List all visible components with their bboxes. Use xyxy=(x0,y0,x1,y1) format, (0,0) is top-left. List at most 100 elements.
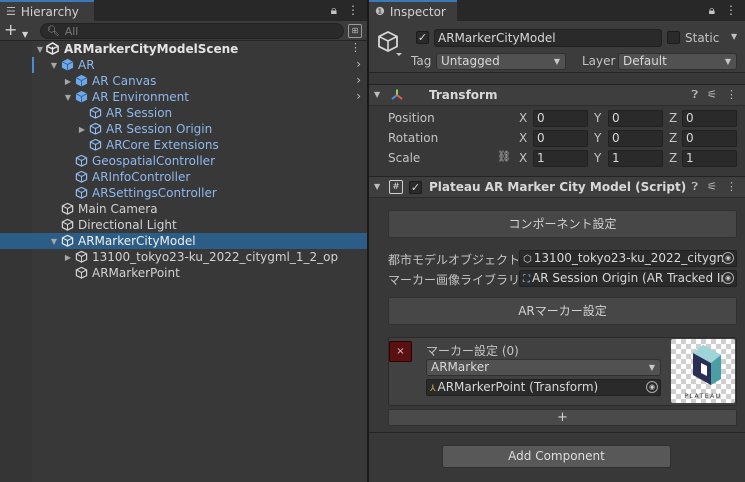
prefab-child-cube-icon xyxy=(89,138,102,151)
fold-arrow-icon[interactable]: ▼ xyxy=(374,90,380,99)
transform-icon: ⅄ xyxy=(430,384,436,394)
more-menu-icon[interactable]: ⋮ xyxy=(347,3,359,18)
hierarchy-item-directional-light[interactable]: Directional Light xyxy=(0,217,367,233)
hierarchy-item-ar-session-origin[interactable]: ▶ AR Session Origin xyxy=(0,121,367,137)
hierarchy-item-ar-environment[interactable]: ▼ AR Environment › xyxy=(0,89,367,105)
object-picker-icon[interactable]: ◉ xyxy=(722,272,734,284)
hierarchy-item-main-camera[interactable]: Main Camera xyxy=(0,201,367,217)
script-title: Plateau AR Marker City Model (Script) xyxy=(429,180,687,194)
inspector-tab[interactable]: ❶ Inspector xyxy=(369,0,457,21)
hierarchy-item-label: ARMarkerCityModel xyxy=(78,234,196,248)
layer-dropdown[interactable]: Default ▼ xyxy=(618,53,737,70)
hierarchy-item-geospatial-controller[interactable]: GeospatialController xyxy=(0,153,367,169)
prefab-override-marker xyxy=(32,57,34,73)
hierarchy-toolbar: +▼ 🔍︎ ⊞ xyxy=(0,21,367,41)
chevron-down-icon[interactable]: ▼ xyxy=(731,32,737,41)
more-menu-icon[interactable]: ⋮ xyxy=(350,41,361,54)
position-y-field[interactable]: 0 xyxy=(608,110,663,127)
scale-z-field[interactable]: 1 xyxy=(682,150,737,167)
scale-label: Scale xyxy=(388,151,421,165)
hierarchy-item-label: AR Session xyxy=(106,106,173,120)
hierarchy-item-ar[interactable]: ▼ AR › xyxy=(0,57,367,73)
info-icon: ❶ xyxy=(375,5,385,18)
plateau-logo: PLATEAU xyxy=(671,339,735,403)
marker-dropdown[interactable]: ARMarker ▼ xyxy=(426,359,661,376)
script-component-header[interactable]: ▼ # ✓ Plateau AR Marker City Model (Scri… xyxy=(369,176,745,198)
expand-arrow-icon[interactable]: ▼ xyxy=(63,93,73,102)
more-menu-icon[interactable]: ⋮ xyxy=(726,88,737,102)
hierarchy-item-ar-settings-controller[interactable]: ARSettingsController xyxy=(0,185,367,201)
transform-component-header[interactable]: ▼ Transform ❓︎ ⚟ ⋮ xyxy=(369,84,745,106)
axis-z-label: Z xyxy=(669,151,678,165)
rotation-y-field[interactable]: 0 xyxy=(608,130,663,147)
marker-image-thumbnail[interactable]: PLATEAU xyxy=(671,339,735,403)
tag-dropdown[interactable]: Untagged ▼ xyxy=(436,53,566,70)
axis-y-label: Y xyxy=(594,131,602,145)
link-icon[interactable]: ⛓ xyxy=(497,150,511,163)
layer-label: Layer xyxy=(582,54,616,68)
remove-element-button[interactable]: × xyxy=(389,341,412,362)
object-name-field[interactable]: ARMarkerCityModel xyxy=(434,29,662,47)
scene-row[interactable]: ▼ ARMarkerCityModelScene ⋮ xyxy=(0,41,367,57)
hierarchy-item-ar-marker-city-model[interactable]: ▼ ARMarkerCityModel xyxy=(0,233,367,249)
help-icon[interactable]: ❓︎ xyxy=(692,88,699,102)
lock-icon[interactable]: 🔒︎ xyxy=(331,3,337,18)
marker-settings-list-header: マーカー設定 (0) xyxy=(426,344,519,358)
hierarchy-item-label: Directional Light xyxy=(78,218,177,232)
rotation-x-field[interactable]: 0 xyxy=(533,130,588,147)
help-icon[interactable]: ❓︎ xyxy=(692,180,699,194)
lock-icon[interactable]: 🔒︎ xyxy=(709,3,715,18)
expand-arrow-icon[interactable]: ▼ xyxy=(49,237,59,246)
position-z-field[interactable]: 0 xyxy=(682,110,737,127)
city-model-field[interactable]: ⬡ 13100_tokyo23-ku_2022_citygm ◉ xyxy=(519,250,737,267)
expand-arrow-icon[interactable]: ▶ xyxy=(77,125,87,134)
active-checkbox[interactable]: ✓ xyxy=(416,31,429,44)
create-button[interactable]: + ▼ xyxy=(4,22,32,40)
expand-arrow-icon[interactable]: ▼ xyxy=(49,61,59,70)
marker-library-field[interactable]: ⛶ AR Session Origin (AR Tracked Im ◉ xyxy=(519,270,737,287)
chevron-right-icon[interactable]: › xyxy=(356,89,361,103)
rotation-z-field[interactable]: 0 xyxy=(682,130,737,147)
gameobject-cube-icon[interactable] xyxy=(377,30,403,58)
static-label: Static xyxy=(685,31,720,45)
more-menu-icon[interactable]: ⋮ xyxy=(725,3,737,18)
expand-arrow-icon[interactable]: ▶ xyxy=(63,253,73,262)
hierarchy-item-label: AR Environment xyxy=(92,90,189,104)
search-input[interactable] xyxy=(64,24,315,38)
marker-point-field[interactable]: ⅄ ARMarkerPoint (Transform) ◉ xyxy=(426,379,661,396)
hierarchy-tab-bar: ☰ Hierarchy 🔒︎ ⋮ xyxy=(0,0,367,21)
prefab-child-cube-icon xyxy=(89,106,102,119)
position-x-field[interactable]: 0 xyxy=(533,110,588,127)
presets-icon[interactable]: ⚟ xyxy=(707,180,717,194)
transform-icon xyxy=(391,89,403,100)
object-picker-icon[interactable]: ◉ xyxy=(722,252,734,264)
static-checkbox[interactable] xyxy=(667,31,680,44)
object-picker-icon[interactable]: ◉ xyxy=(646,381,658,393)
scale-y-field[interactable]: 1 xyxy=(608,150,663,167)
chevron-right-icon[interactable]: › xyxy=(356,73,361,87)
hierarchy-item-label: GeospatialController xyxy=(92,154,215,168)
chevron-down-icon: ▼ xyxy=(648,363,655,372)
hierarchy-tab[interactable]: ☰ Hierarchy xyxy=(0,0,94,21)
more-menu-icon[interactable]: ⋮ xyxy=(726,180,737,194)
hierarchy-item-ar-info-controller[interactable]: ARInfoController xyxy=(0,169,367,185)
search-icon: 🔍︎ xyxy=(47,25,60,37)
expand-arrow-icon[interactable]: ▶ xyxy=(63,77,73,86)
expand-arrow-icon[interactable]: ▼ xyxy=(35,45,45,54)
presets-icon[interactable]: ⚟ xyxy=(707,88,717,102)
hierarchy-item-label: Main Camera xyxy=(78,202,158,216)
chevron-right-icon[interactable]: › xyxy=(356,57,361,71)
add-element-button[interactable]: + xyxy=(388,409,737,426)
search-mode-icon[interactable]: ⊞ xyxy=(348,24,362,38)
hierarchy-item-ar-marker-point[interactable]: ARMarkerPoint xyxy=(0,265,367,281)
hierarchy-item-city-model-root[interactable]: ▶ 13100_tokyo23-ku_2022_citygml_1_2_op xyxy=(0,249,367,265)
fold-arrow-icon[interactable]: ▼ xyxy=(374,182,380,191)
prefab-cube-icon xyxy=(75,90,88,103)
scale-x-field[interactable]: 1 xyxy=(533,150,588,167)
component-enabled-checkbox[interactable]: ✓ xyxy=(409,181,422,194)
hierarchy-item-arcore-extensions[interactable]: ARCore Extensions xyxy=(0,137,367,153)
hierarchy-item-ar-canvas[interactable]: ▶ AR Canvas › xyxy=(0,73,367,89)
search-box[interactable]: 🔍︎ xyxy=(40,23,344,39)
hierarchy-item-ar-session[interactable]: AR Session xyxy=(0,105,367,121)
add-component-button[interactable]: Add Component xyxy=(442,445,671,468)
